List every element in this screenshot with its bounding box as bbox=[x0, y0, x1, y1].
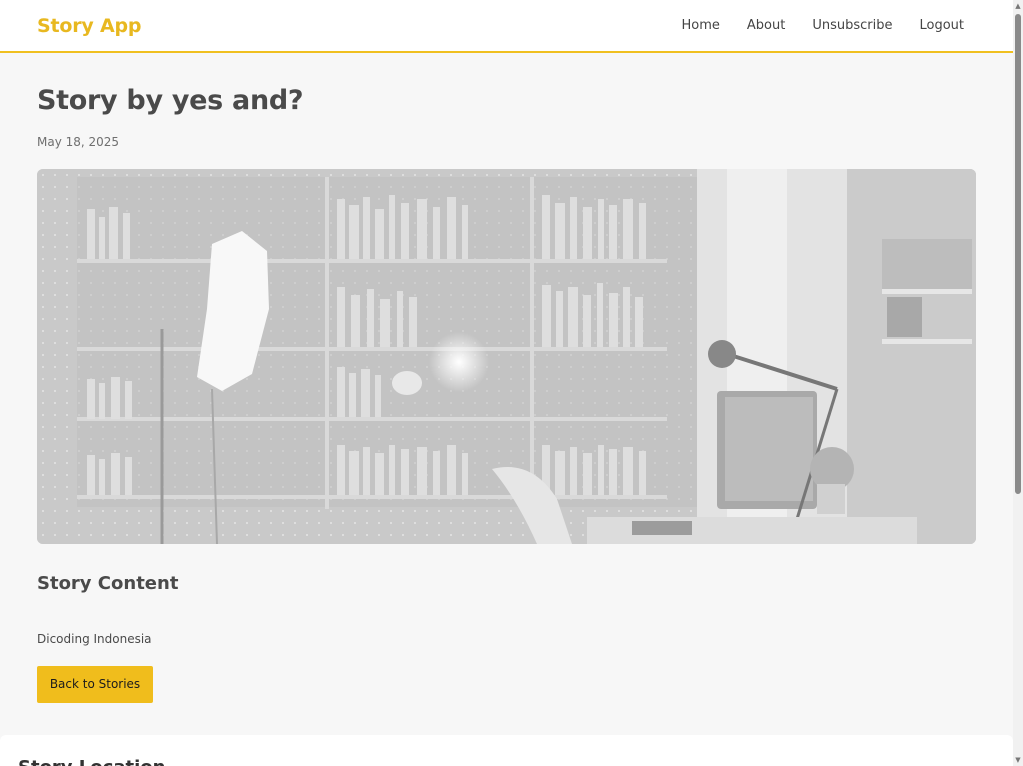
location-heading: Story Location bbox=[18, 757, 165, 766]
story-description: Dicoding Indonesia bbox=[37, 632, 152, 646]
back-to-stories-button[interactable]: Back to Stories bbox=[37, 666, 153, 703]
navbar: Story App Home About Unsubscribe Logout bbox=[0, 0, 1013, 53]
story-detail: Story by yes and? May 18, 2025 Story Con… bbox=[37, 53, 976, 703]
brand-logo[interactable]: Story App bbox=[37, 15, 141, 37]
story-content-heading: Story Content bbox=[37, 573, 179, 594]
nav-link-about[interactable]: About bbox=[747, 18, 785, 33]
scroll-down-icon[interactable]: ▼ bbox=[1013, 754, 1023, 766]
page-title: Story by yes and? bbox=[37, 85, 304, 116]
nav-links: Home About Unsubscribe Logout bbox=[655, 18, 965, 33]
story-photo bbox=[37, 169, 976, 544]
story-date: May 18, 2025 bbox=[37, 135, 120, 149]
nav-link-home[interactable]: Home bbox=[682, 18, 720, 33]
scrollbar-thumb[interactable] bbox=[1015, 14, 1021, 494]
scroll-up-icon[interactable]: ▲ bbox=[1013, 0, 1023, 12]
scrollbar[interactable]: ▲ ▼ bbox=[1013, 0, 1023, 766]
nav-link-logout[interactable]: Logout bbox=[919, 18, 964, 33]
location-card: Story Location bbox=[0, 735, 1013, 766]
nav-link-unsubscribe[interactable]: Unsubscribe bbox=[812, 18, 892, 33]
